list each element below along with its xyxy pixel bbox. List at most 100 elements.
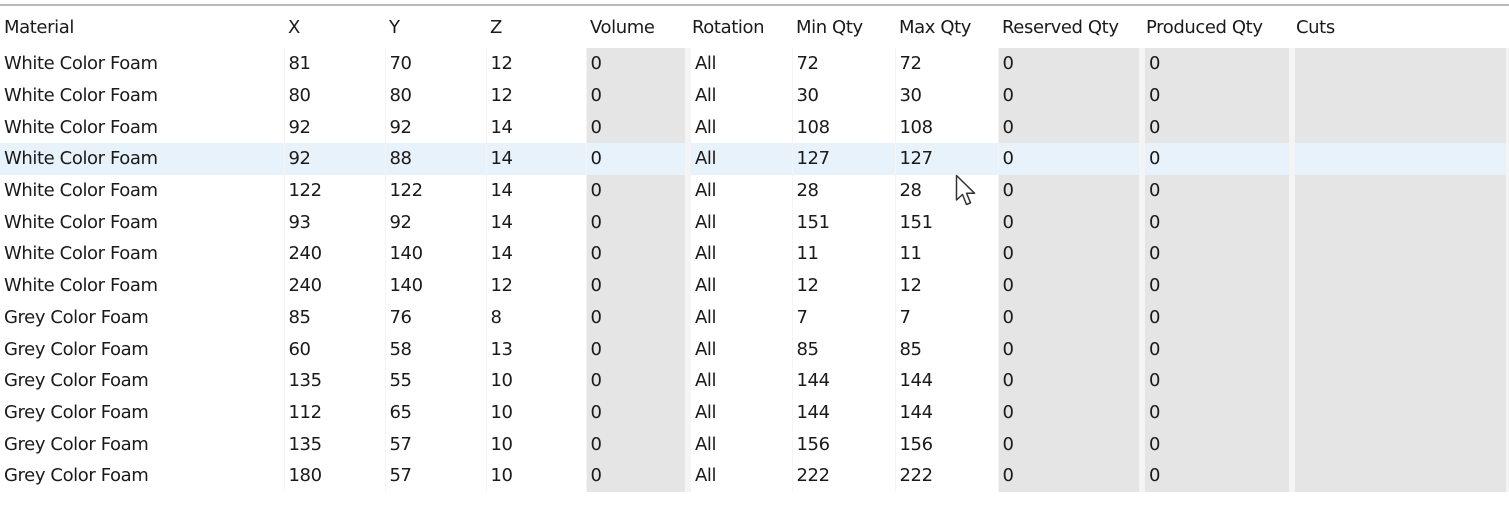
table-row[interactable]: White Color Foam 122 122 14 0 All 28 28 0 0	[0, 174, 1509, 207]
y-cell[interactable]: 57	[385, 428, 487, 460]
rotation-cell[interactable]: All	[688, 269, 793, 302]
x-cell[interactable]: 92	[284, 143, 386, 175]
rotation-cell[interactable]: All	[688, 206, 793, 239]
rotation-cell[interactable]: All	[688, 174, 793, 207]
min-qty-cell[interactable]: 30	[792, 79, 896, 112]
material-cell[interactable]: Grey Color Foam	[0, 396, 285, 429]
rotation-cell[interactable]: All	[688, 111, 793, 144]
x-cell[interactable]: 135	[284, 364, 386, 397]
table-row[interactable]: White Color Foam 80 80 12 0 All 30 30 0 0	[0, 79, 1509, 112]
max-qty-cell[interactable]: 11	[895, 238, 999, 270]
x-cell[interactable]: 92	[284, 111, 386, 144]
rotation-cell[interactable]: All	[688, 459, 793, 492]
min-qty-cell[interactable]: 11	[792, 238, 896, 270]
material-cell[interactable]: White Color Foam	[0, 174, 285, 207]
rotation-cell[interactable]: All	[688, 428, 793, 460]
min-qty-cell[interactable]: 28	[792, 174, 896, 207]
column-header-rotation[interactable]: Rotation	[688, 6, 792, 48]
z-cell[interactable]: 14	[486, 143, 587, 175]
z-cell[interactable]: 14	[486, 111, 587, 144]
column-header-z[interactable]: Z	[486, 6, 586, 48]
max-qty-cell[interactable]: 108	[895, 111, 999, 144]
x-cell[interactable]: 60	[284, 333, 386, 365]
column-header-material[interactable]: Material	[0, 6, 284, 48]
material-cell[interactable]: White Color Foam	[0, 79, 285, 112]
min-qty-cell[interactable]: 72	[792, 48, 896, 80]
y-cell[interactable]: 92	[385, 206, 487, 239]
min-qty-cell[interactable]: 127	[792, 143, 896, 175]
material-cell[interactable]: White Color Foam	[0, 238, 285, 270]
x-cell[interactable]: 240	[284, 269, 386, 302]
y-cell[interactable]: 140	[385, 269, 487, 302]
x-cell[interactable]: 112	[284, 396, 386, 429]
max-qty-cell[interactable]: 72	[895, 48, 999, 80]
column-header-cuts[interactable]: Cuts	[1292, 6, 1509, 48]
max-qty-cell[interactable]: 144	[895, 364, 999, 397]
material-cell[interactable]: White Color Foam	[0, 111, 285, 144]
table-row[interactable]: White Color Foam 92 88 14 0 All 127 127 0 0	[0, 143, 1509, 175]
x-cell[interactable]: 135	[284, 428, 386, 460]
y-cell[interactable]: 70	[385, 48, 487, 80]
column-header-produced-qty[interactable]: Produced Qty	[1142, 6, 1292, 48]
x-cell[interactable]: 81	[284, 48, 386, 80]
min-qty-cell[interactable]: 144	[792, 396, 896, 429]
y-cell[interactable]: 65	[385, 396, 487, 429]
y-cell[interactable]: 76	[385, 301, 487, 334]
x-cell[interactable]: 122	[284, 174, 386, 207]
rotation-cell[interactable]: All	[688, 301, 793, 334]
table-row[interactable]: White Color Foam 240 140 14 0 All 11 11 0 0	[0, 238, 1509, 270]
rotation-cell[interactable]: All	[688, 48, 793, 80]
min-qty-cell[interactable]: 222	[792, 459, 896, 492]
material-cell[interactable]: Grey Color Foam	[0, 364, 285, 397]
y-cell[interactable]: 57	[385, 459, 487, 492]
max-qty-cell[interactable]: 222	[895, 459, 999, 492]
z-cell[interactable]: 12	[486, 48, 587, 80]
z-cell[interactable]: 14	[486, 238, 587, 270]
z-cell[interactable]: 13	[486, 333, 587, 365]
x-cell[interactable]: 240	[284, 238, 386, 270]
min-qty-cell[interactable]: 12	[792, 269, 896, 302]
rotation-cell[interactable]: All	[688, 238, 793, 270]
max-qty-cell[interactable]: 12	[895, 269, 999, 302]
z-cell[interactable]: 10	[486, 396, 587, 429]
material-cell[interactable]: Grey Color Foam	[0, 428, 285, 460]
table-row[interactable]: White Color Foam 92 92 14 0 All 108 108 0 0	[0, 111, 1509, 144]
table-row[interactable]: White Color Foam 93 92 14 0 All 151 151 0 0	[0, 206, 1509, 239]
rotation-cell[interactable]: All	[688, 364, 793, 397]
x-cell[interactable]: 85	[284, 301, 386, 334]
column-header-x[interactable]: X	[284, 6, 385, 48]
z-cell[interactable]: 14	[486, 206, 587, 239]
min-qty-cell[interactable]: 85	[792, 333, 896, 365]
z-cell[interactable]: 8	[486, 301, 587, 334]
max-qty-cell[interactable]: 151	[895, 206, 999, 239]
material-cell[interactable]: Grey Color Foam	[0, 459, 285, 492]
x-cell[interactable]: 93	[284, 206, 386, 239]
column-header-y[interactable]: Y	[385, 6, 486, 48]
z-cell[interactable]: 12	[486, 269, 587, 302]
rotation-cell[interactable]: All	[688, 396, 793, 429]
rotation-cell[interactable]: All	[688, 333, 793, 365]
y-cell[interactable]: 55	[385, 364, 487, 397]
max-qty-cell[interactable]: 144	[895, 396, 999, 429]
x-cell[interactable]: 180	[284, 459, 386, 492]
max-qty-cell[interactable]: 85	[895, 333, 999, 365]
y-cell[interactable]: 122	[385, 174, 487, 207]
min-qty-cell[interactable]: 156	[792, 428, 896, 460]
min-qty-cell[interactable]: 151	[792, 206, 896, 239]
column-header-reserved-qty[interactable]: Reserved Qty	[998, 6, 1142, 48]
y-cell[interactable]: 88	[385, 143, 487, 175]
column-header-min-qty[interactable]: Min Qty	[792, 6, 895, 48]
min-qty-cell[interactable]: 108	[792, 111, 896, 144]
table-row[interactable]: White Color Foam 240 140 12 0 All 12 12 0 0	[0, 269, 1509, 302]
max-qty-cell[interactable]: 30	[895, 79, 999, 112]
z-cell[interactable]: 10	[486, 428, 587, 460]
z-cell[interactable]: 10	[486, 459, 587, 492]
z-cell[interactable]: 12	[486, 79, 587, 112]
material-cell[interactable]: White Color Foam	[0, 206, 285, 239]
material-cell[interactable]: White Color Foam	[0, 269, 285, 302]
max-qty-cell[interactable]: 7	[895, 301, 999, 334]
material-cell[interactable]: Grey Color Foam	[0, 301, 285, 334]
material-cell[interactable]: White Color Foam	[0, 48, 285, 80]
max-qty-cell[interactable]: 127	[895, 143, 999, 175]
min-qty-cell[interactable]: 7	[792, 301, 896, 334]
